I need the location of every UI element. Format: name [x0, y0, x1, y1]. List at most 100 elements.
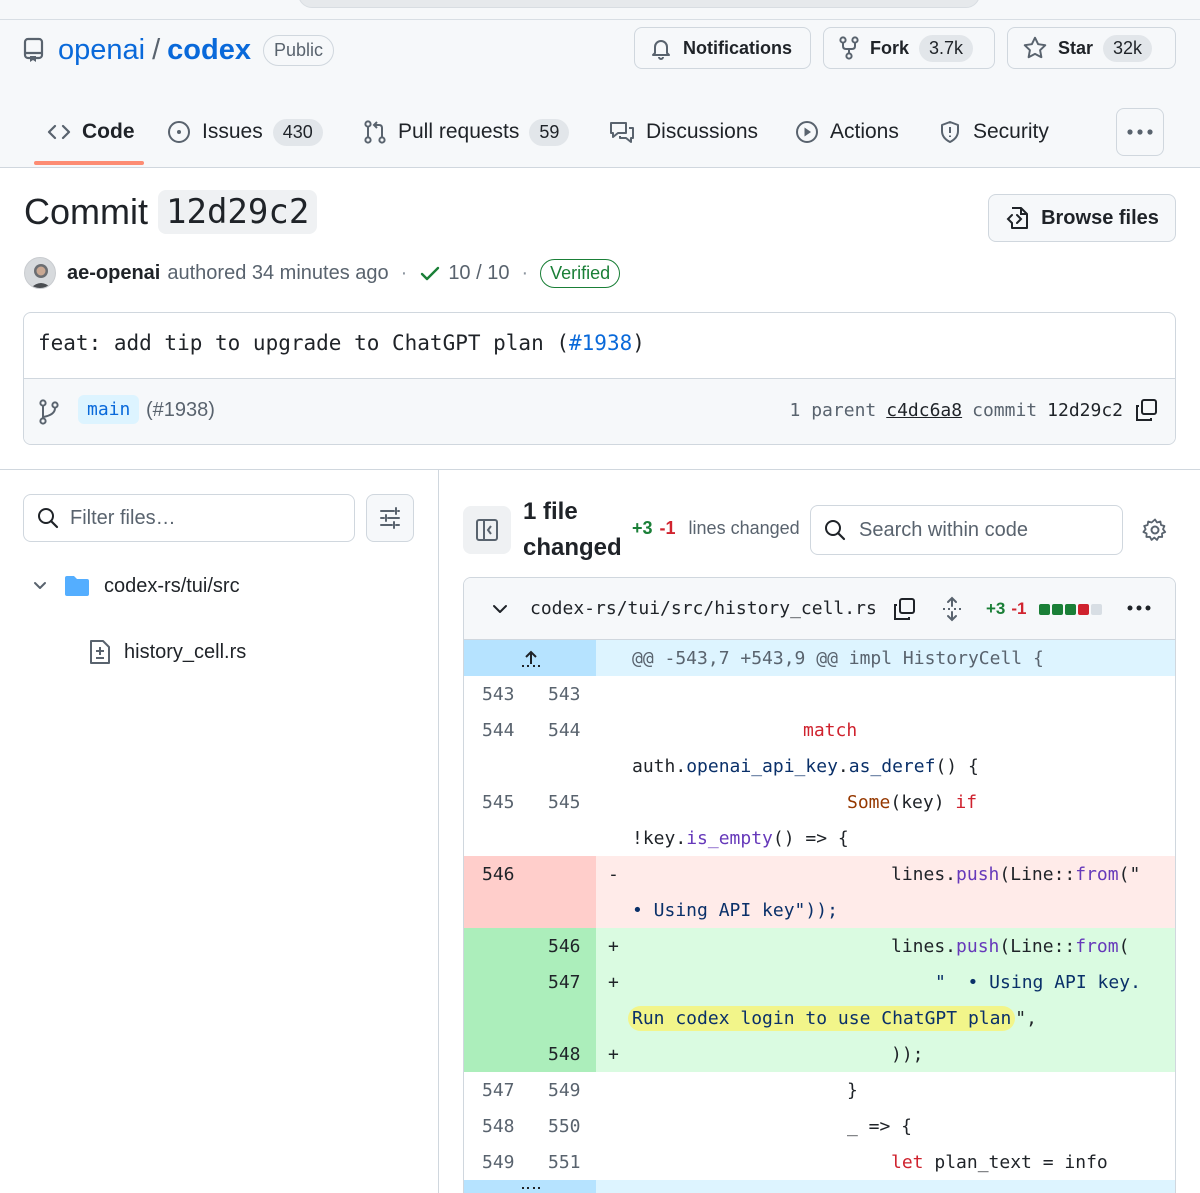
- tab-code[interactable]: Code: [46, 108, 135, 156]
- hunk-header: @@ -543,7 +543,9 @@ impl HistoryCell {: [464, 640, 1175, 676]
- commit-footer: main (#1938) 1 parent c4dc6a8 commit 12d…: [24, 379, 1175, 444]
- file-additions: +3: [986, 599, 1006, 618]
- file-code-icon: [1005, 205, 1031, 231]
- old-line-number[interactable]: 544: [482, 720, 515, 741]
- addition-marker: +: [608, 1044, 619, 1065]
- tree-directory-label: codex-rs/tui/src: [104, 574, 240, 597]
- code-text: ));: [891, 1044, 924, 1065]
- copy-icon[interactable]: [891, 596, 917, 622]
- new-line-number[interactable]: 550: [548, 1116, 581, 1137]
- sliders-icon: [378, 506, 402, 530]
- code-text: " • Using API key.: [935, 972, 1141, 993]
- new-line-number[interactable]: 544: [548, 720, 581, 741]
- divider: [438, 470, 439, 1193]
- expand-all-icon[interactable]: [940, 596, 964, 622]
- tab-issues[interactable]: Issues 430: [166, 108, 323, 156]
- checks-status[interactable]: 10 / 10: [448, 262, 509, 285]
- star-button[interactable]: Star 32k: [1007, 27, 1176, 69]
- file-deletions: -1: [1011, 599, 1027, 618]
- gear-icon[interactable]: [1142, 517, 1168, 543]
- fork-button[interactable]: Fork 3.7k: [823, 27, 995, 69]
- diff-line: 548 550 _ => {: [464, 1108, 1175, 1144]
- author-link[interactable]: ae-openai: [67, 262, 160, 285]
- diff-file-header: codex-rs/tui/src/history_cell.rs +3 -1: [464, 578, 1175, 640]
- code-token: from: [1075, 936, 1119, 957]
- repo-name-link[interactable]: codex: [167, 34, 251, 67]
- divider: [0, 19, 1200, 20]
- filter-files-placeholder: Filter files…: [70, 506, 176, 529]
- deleted-line: 546 - lines.push(Line::from(" • Using AP…: [464, 856, 1175, 928]
- old-line-number[interactable]: 548: [482, 1116, 515, 1137]
- parent-info: 1 parent c4dc6a8 commit 12d29c2: [790, 397, 1159, 423]
- tree-directory[interactable]: codex-rs/tui/src: [30, 568, 240, 604]
- pr-link[interactable]: #1938: [569, 331, 632, 355]
- search-icon: [36, 506, 60, 530]
- code-icon: [46, 121, 72, 143]
- browse-files-button[interactable]: Browse files: [988, 194, 1176, 242]
- code-token: (: [1118, 936, 1130, 957]
- files-changed-count: 1 file: [523, 498, 578, 525]
- expand-down-row[interactable]: [464, 1180, 1175, 1193]
- deletions-count: -1: [659, 518, 676, 538]
- code-token: (Line::: [999, 936, 1076, 957]
- diff-stats: +3 -1 lines changed: [632, 518, 800, 539]
- files-changed-label: changed: [523, 534, 622, 561]
- new-line-number[interactable]: 546: [548, 936, 581, 957]
- new-line-number[interactable]: 548: [548, 1044, 581, 1065]
- expand-down-button[interactable]: [464, 1180, 596, 1193]
- old-line-number[interactable]: 545: [482, 792, 515, 813]
- new-line-number[interactable]: 543: [548, 684, 581, 705]
- issues-count: 430: [272, 118, 323, 146]
- branch-link[interactable]: main: [78, 395, 140, 424]
- more-tabs-button[interactable]: [1116, 108, 1164, 156]
- notifications-button[interactable]: Notifications: [634, 27, 811, 69]
- new-line-number[interactable]: 549: [548, 1080, 581, 1101]
- filter-files-input[interactable]: Filter files…: [23, 494, 355, 542]
- new-line-number[interactable]: 547: [548, 972, 581, 993]
- expand-up-button[interactable]: [464, 640, 596, 676]
- code-token: let: [891, 1152, 924, 1173]
- code-text: Run codex login to use ChatGPT plan ",: [628, 1006, 1037, 1031]
- addition-marker: +: [608, 972, 619, 993]
- filter-options-button[interactable]: [366, 494, 414, 542]
- toggle-file-tree-button[interactable]: [463, 506, 511, 554]
- new-line-number[interactable]: 551: [548, 1152, 581, 1173]
- tree-file[interactable]: history_cell.rs: [88, 634, 246, 670]
- code-token: (": [1118, 864, 1141, 885]
- added-line: 547 + " • Using API key. Run codex login…: [464, 964, 1175, 1036]
- code-text: match: [803, 720, 858, 741]
- tab-security[interactable]: Security: [937, 108, 1049, 156]
- branch-pr-ref: (#1938): [146, 399, 215, 421]
- old-line-number[interactable]: 549: [482, 1152, 515, 1173]
- file-diff-icon: [88, 639, 112, 665]
- sidebar-collapse-icon: [474, 517, 500, 543]
- verified-badge[interactable]: Verified: [540, 258, 621, 288]
- old-line-number[interactable]: 546: [482, 864, 515, 885]
- old-line-number[interactable]: 547: [482, 1080, 515, 1101]
- kebab-horizontal-icon[interactable]: [1126, 604, 1152, 612]
- new-line-number[interactable]: 545: [548, 792, 581, 813]
- copy-icon[interactable]: [1133, 397, 1159, 423]
- search-within-code-input[interactable]: Search within code: [810, 505, 1123, 555]
- diff-file-path[interactable]: codex-rs/tui/src/history_cell.rs: [530, 598, 877, 619]
- code-token: openai_api_key: [686, 756, 838, 777]
- repo-owner-link[interactable]: openai: [58, 34, 145, 67]
- tree-file-label: history_cell.rs: [124, 640, 247, 663]
- avatar[interactable]: [24, 257, 56, 289]
- commit-label: commit: [972, 399, 1038, 421]
- chevron-down-icon[interactable]: [490, 599, 510, 619]
- additions-count: +3: [632, 518, 653, 538]
- commit-meta: ae-openai authored 34 minutes ago · 10 /…: [24, 256, 621, 290]
- kebab-horizontal-icon: [1126, 128, 1154, 136]
- tab-pull-requests[interactable]: Pull requests 59: [362, 108, 570, 156]
- old-line-number[interactable]: 543: [482, 684, 515, 705]
- tab-actions[interactable]: Actions: [794, 108, 899, 156]
- added-line: 548 + ));: [464, 1036, 1175, 1072]
- tab-discussions[interactable]: Discussions: [608, 108, 758, 156]
- browser-address-bar[interactable]: [298, 0, 980, 8]
- issue-opened-icon: [166, 119, 192, 145]
- code-text: lines.push(Line::from(": [891, 864, 1140, 885]
- parent-sha-link[interactable]: c4dc6a8: [886, 400, 962, 421]
- hunk-header-text: @@ -543,7 +543,9 @@ impl HistoryCell {: [632, 648, 1044, 669]
- unfold-icon: [520, 1184, 542, 1192]
